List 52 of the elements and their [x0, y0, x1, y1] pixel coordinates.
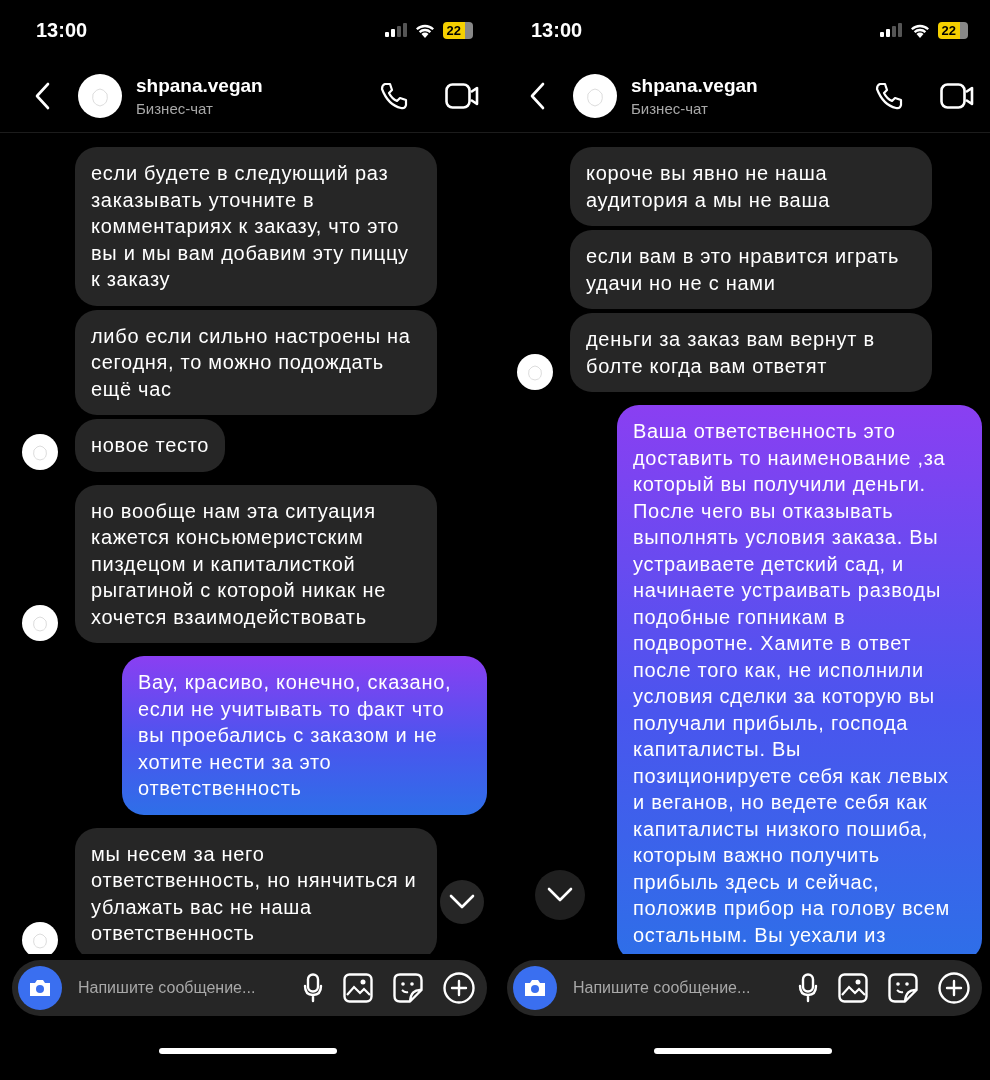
message-bubble: деньги за заказ вам вернут в болте когда вам ответят [570, 313, 932, 392]
scroll-down-button[interactable] [440, 880, 484, 924]
avatar-icon[interactable] [22, 433, 58, 470]
wifi-icon [414, 22, 435, 38]
battery-indicator: 22 [937, 21, 968, 39]
camera-icon [28, 978, 52, 998]
chat-type-label: Бизнес-чат [631, 100, 709, 117]
camera-button[interactable] [18, 966, 62, 1010]
back-icon[interactable] [34, 82, 50, 110]
chevron-down-icon [449, 894, 475, 910]
message-bubble: если будете в следующий раз заказывать уточните в комментариях к заказу, что это вы и мы вам добавим эту пиццу к заказу [75, 147, 437, 306]
battery-indicator: 22 [442, 21, 473, 39]
avatar-icon[interactable] [78, 74, 122, 118]
signal-icon [384, 23, 407, 37]
avatar-icon[interactable] [573, 74, 617, 118]
plus-icon[interactable] [443, 972, 475, 1004]
avatar-icon[interactable] [22, 921, 58, 954]
avatar-icon[interactable] [22, 605, 58, 641]
chevron-down-icon [547, 887, 573, 903]
status-time: 13:00 [36, 18, 88, 42]
scroll-down-button[interactable] [535, 870, 585, 920]
message-bubble: новое тесто [75, 419, 226, 472]
microphone-icon[interactable] [798, 973, 818, 1003]
message-bubble: Ваша ответственность это доставить то наименование ,за который вы получили деньги. После чего вы отказывать выполнять условия заказа. Вы устраиваете детский сад, и начинаете устраивать разводы подобные гопникам в подворотне. Хамите в ответ после того как, не исполнили условия сделки за которую вы получали прибыль, господа капиталисты. Вы позиционируете себя как левых и веганов, но ведете себя как капиталисты низкого пошиба, которым важно получить прибыль здесь и сейчас, положив прибор на голову всем остальным. Вы уехали из [617, 405, 982, 954]
plus-icon[interactable] [938, 972, 970, 1004]
video-call-icon[interactable] [445, 82, 479, 110]
phone-call-icon[interactable] [874, 81, 904, 111]
camera-icon [523, 978, 547, 998]
message-bubble: но вообще нам эта ситуация кажется консьюмеристским пиздецом и капиталисткой рыгатиной с которой никак не хочется взаимодействовать [75, 484, 437, 643]
message-input[interactable]: Напишите сообщение... [571, 978, 778, 998]
microphone-icon[interactable] [303, 973, 323, 1003]
sticker-icon[interactable] [888, 973, 918, 1003]
message-bubble: короче вы явно не наша аудитория а мы не ваша [570, 147, 932, 226]
signal-icon [879, 23, 902, 37]
message-bubble: либо если сильно настроены на сегодня, то можно подождать ещё час [75, 309, 437, 415]
phone-call-icon[interactable] [379, 81, 409, 111]
image-icon[interactable] [838, 973, 868, 1003]
video-call-icon[interactable] [940, 82, 974, 110]
avatar-icon[interactable] [517, 354, 553, 390]
sticker-icon[interactable] [393, 973, 423, 1003]
message-bubble: мы несем за него ответственность, но нянчиться и ублажать вас не наша ответственность [75, 827, 437, 954]
wifi-icon [909, 22, 930, 38]
message-bubble: Вау, красиво, конечно, сказано, если не учитывать то факт что вы проебались с заказом и не хотите нести за это ответственность [122, 656, 487, 815]
image-icon[interactable] [343, 973, 373, 1003]
message-bubble: если вам в это нравится играть удачи но не с нами [570, 230, 932, 309]
status-time: 13:00 [531, 18, 583, 42]
camera-button[interactable] [513, 966, 557, 1010]
contact-name[interactable]: shpana.vegan [136, 75, 367, 97]
chat-type-label: Бизнес-чат [136, 100, 214, 117]
message-input[interactable]: Напишите сообщение... [76, 978, 283, 998]
contact-name[interactable]: shpana.vegan [631, 75, 862, 97]
back-icon[interactable] [529, 82, 545, 110]
